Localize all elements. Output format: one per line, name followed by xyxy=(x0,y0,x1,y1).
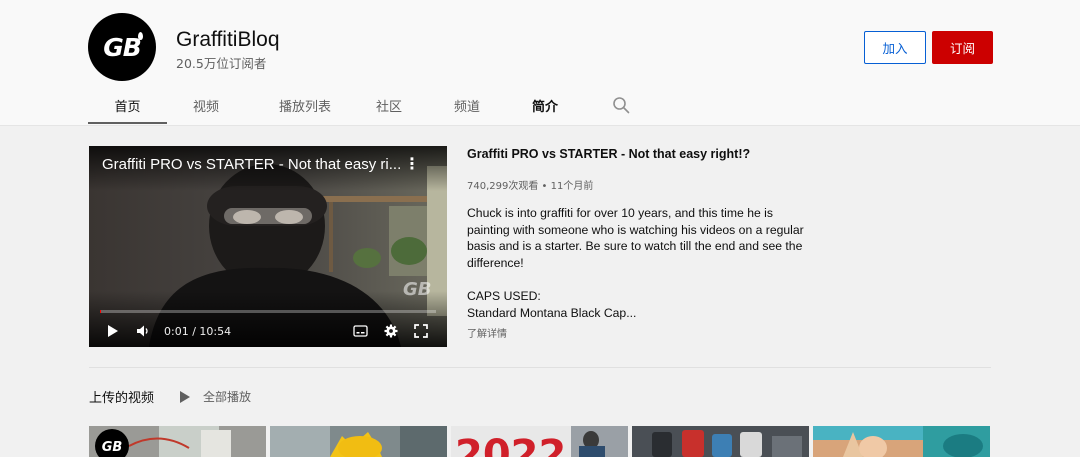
description-line: basis and is a starter. Be sure to watch… xyxy=(467,239,803,254)
description-line: Standard Montana Black Cap... xyxy=(467,305,637,320)
video-thumbnail[interactable] xyxy=(632,426,809,457)
search-icon[interactable] xyxy=(612,96,630,114)
play-all-button[interactable]: 全部播放 xyxy=(180,388,251,405)
avatar-logo-text: GB xyxy=(103,32,142,62)
settings-icon[interactable] xyxy=(384,324,398,338)
description-line: painting with someone who is watching hi… xyxy=(467,222,804,237)
subscriber-count: 20.5万位订阅者 xyxy=(176,56,267,71)
tab-community[interactable]: 社区 xyxy=(358,86,420,124)
avatar-drop-icon xyxy=(138,32,143,40)
featured-video-description: Chuck is into graffiti for over 10 years… xyxy=(467,205,807,322)
fullscreen-icon[interactable] xyxy=(414,324,428,338)
tab-about[interactable]: 简介 xyxy=(514,86,576,124)
channel-name: GraffitiBloq xyxy=(176,28,280,51)
channel-watermark[interactable]: GB xyxy=(403,279,432,300)
description-line: CAPS USED: xyxy=(467,289,541,304)
featured-video-player[interactable]: Graffiti PRO vs STARTER - Not that easy … xyxy=(89,146,447,347)
progress-bar[interactable] xyxy=(100,310,436,313)
tab-home[interactable]: 首页 xyxy=(88,86,167,124)
read-more-link[interactable]: 了解详情 xyxy=(467,325,507,340)
description-blank-line xyxy=(467,271,807,288)
play-icon[interactable] xyxy=(107,324,119,338)
tab-channels[interactable]: 频道 xyxy=(436,86,498,124)
captions-icon[interactable] xyxy=(353,324,368,338)
play-all-icon xyxy=(180,390,190,403)
progress-fill xyxy=(100,310,101,313)
subscribe-button[interactable]: 订阅 xyxy=(932,31,993,64)
featured-video-title[interactable]: Graffiti PRO vs STARTER - Not that easy … xyxy=(467,147,750,161)
uploads-section-title[interactable]: 上传的视频 xyxy=(89,387,154,406)
description-line: difference! xyxy=(467,255,524,270)
section-divider xyxy=(89,367,991,368)
active-tab-indicator xyxy=(88,122,167,124)
time-display: 0:01 / 10:54 xyxy=(164,325,232,338)
featured-video-meta: 740,299次观看 • 11个月前 xyxy=(467,181,594,192)
join-button[interactable]: 加入 xyxy=(864,31,926,64)
tab-videos[interactable]: 视频 xyxy=(175,86,237,124)
thumbnail-year-text: 2022 xyxy=(455,432,566,457)
video-thumbnail[interactable] xyxy=(813,426,990,457)
more-vert-icon[interactable]: ⋮ xyxy=(404,157,420,173)
channel-header: GB GraffitiBloq 20.5万位订阅者 加入 订阅 首页 视频 播放… xyxy=(0,0,1080,126)
player-title[interactable]: Graffiti PRO vs STARTER - Not that easy … xyxy=(102,156,401,173)
play-all-label: 全部播放 xyxy=(203,390,252,404)
video-frame xyxy=(89,146,447,347)
volume-icon[interactable] xyxy=(136,324,150,338)
description-line: Chuck is into graffiti for over 10 years… xyxy=(467,206,773,220)
video-thumbnail[interactable]: GB xyxy=(89,426,266,457)
video-thumbnail[interactable]: 2022 xyxy=(451,426,628,457)
video-thumbnail[interactable] xyxy=(270,426,447,457)
channel-avatar[interactable]: GB xyxy=(88,13,156,81)
thumbnail-logo-text: GB xyxy=(102,440,123,455)
tab-playlists[interactable]: 播放列表 xyxy=(260,86,350,124)
